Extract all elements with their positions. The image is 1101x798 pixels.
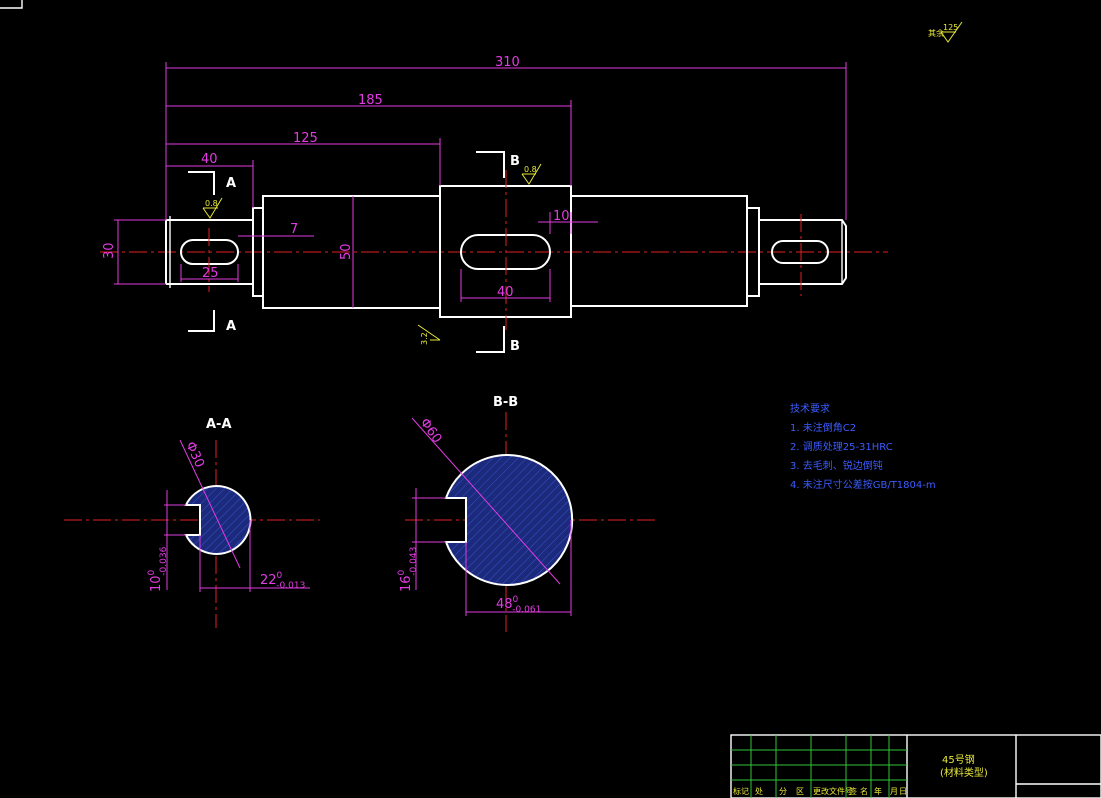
dim-50: 50 [339,243,354,260]
section-marker-b-top: B [510,154,520,169]
tb-hdr-1: 处 [755,786,763,796]
dim-30: 30 [102,242,117,259]
dim-aa-key: 100 -0.036 [147,546,169,592]
technical-notes: 技术要求 1. 未注倒角C2 2. 调质处理25-31HRC 3. 去毛刺、锐边… [790,402,936,491]
dim-7: 7 [290,222,298,237]
dim-310: 310 [495,55,520,70]
title-block: 标记 处 分 区 更改文件号 签 名 年 月 日 45号钢 (材料类型) [730,734,1101,798]
note-1: 1. 未注倒角C2 [790,421,856,434]
tb-hdr-4: 更改文件号 [813,786,853,796]
section-bb: B-B Φ60 160 -0.043 480 -0.061 [397,395,656,632]
note-2: 2. 调质处理25-31HRC [790,441,893,453]
tb-hdr-3: 区 [796,787,804,796]
dim-40-collar: 40 [497,285,514,300]
section-marker-a-top: A [226,176,236,191]
section-marker-b-bottom: B [510,339,520,354]
global-roughness-symbol: 其余 125 [928,21,963,43]
dim-185: 185 [358,93,383,108]
tb-hdr-5: 签 [849,786,857,796]
roughness-collar: 0.8 [524,165,537,174]
section-aa: A-A Φ30 100 -0.036 220 -0.013 [64,417,320,628]
tb-hdr-0: 标记 [733,786,749,796]
shaft-main-view [100,170,888,330]
notes-title: 技术要求 [790,402,830,415]
tb-hdr-7: 年 [874,786,882,796]
dim-125: 125 [293,131,318,146]
tb-material: 45号钢 [942,753,975,766]
tb-hdr-9: 日 [899,787,907,796]
dim-40-left: 40 [201,152,218,167]
cad-drawing: 其余 125 310 185 125 40 7 10 30 50 25 40 0… [0,0,1101,798]
dim-10: 10 [553,209,570,224]
roughness-bottom: 3.2 [420,332,429,345]
note-4: 4. 未注尺寸公差按GB/T1804-m [790,478,936,491]
roughness-left: 0.8 [205,199,218,208]
section-bb-title: B-B [493,395,518,410]
tb-material-note: (材料类型) [940,766,988,779]
tb-hdr-6: 名 [860,786,868,796]
section-aa-title: A-A [206,417,232,432]
right-body [570,195,748,307]
dim-bb-dia: Φ60 [417,416,445,447]
tb-hdr-2: 分 [779,787,787,796]
corner-mark [0,0,23,9]
section-marker-a-bottom: A [226,319,236,334]
dim-25: 25 [202,266,219,281]
tb-hdr-8: 月 [890,787,898,796]
dim-aa-dia: Φ30 [182,440,207,471]
note-3: 3. 去毛刺、锐边倒钝 [790,459,883,472]
